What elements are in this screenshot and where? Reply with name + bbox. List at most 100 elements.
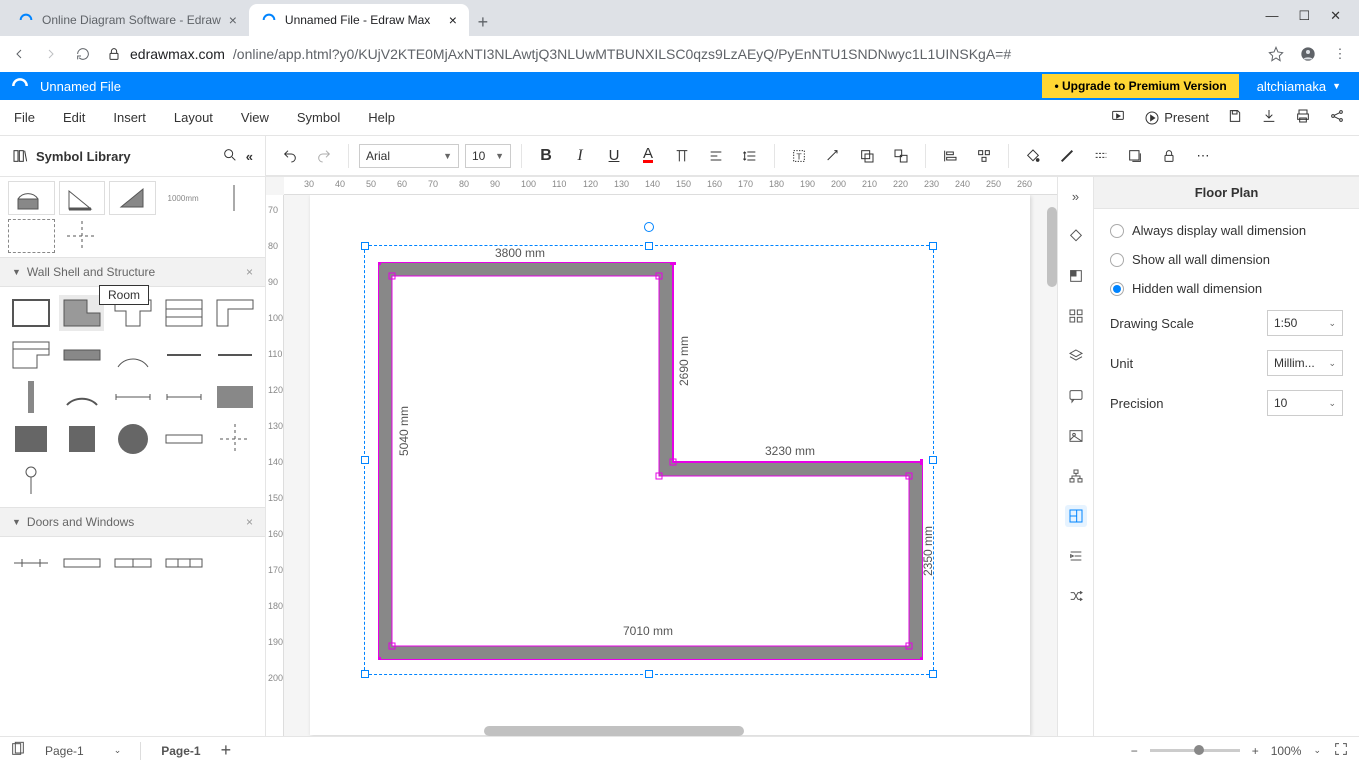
shape-window3[interactable] — [161, 545, 206, 581]
radio-always-display[interactable]: Always display wall dimension — [1110, 223, 1343, 238]
image-icon[interactable] — [1065, 425, 1087, 447]
fill-icon[interactable] — [1065, 265, 1087, 287]
menu-file[interactable]: File — [14, 110, 35, 125]
selection-box[interactable]: 3800 mm 5040 mm 2690 mm 3230 mm 2350 mm … — [364, 245, 934, 675]
shape-icon[interactable] — [853, 142, 881, 170]
shape-line-h2[interactable] — [212, 337, 257, 373]
minimize-icon[interactable]: — — [1265, 8, 1278, 24]
fill-icon[interactable] — [1019, 142, 1047, 170]
distribute-icon[interactable] — [970, 142, 998, 170]
shape-wall-thick[interactable] — [59, 337, 104, 373]
bold-icon[interactable]: B — [532, 142, 560, 170]
radio-hidden[interactable]: Hidden wall dimension — [1110, 281, 1343, 296]
resize-handle-tm[interactable] — [645, 242, 653, 250]
shape-cross[interactable] — [212, 421, 257, 457]
comment-icon[interactable] — [1065, 385, 1087, 407]
shape-pin[interactable] — [8, 463, 53, 499]
font-size-select[interactable]: 10▼ — [465, 144, 511, 168]
precision-select[interactable]: 10⌄ — [1267, 390, 1343, 416]
highlight-icon[interactable] — [668, 142, 696, 170]
pages-icon[interactable] — [10, 741, 26, 760]
resize-handle-bm[interactable] — [645, 670, 653, 678]
page-tab[interactable]: Page-1 — [153, 742, 208, 760]
floorplan-shape[interactable] — [378, 262, 923, 660]
shape-thumb[interactable] — [8, 181, 55, 215]
underline-icon[interactable]: U — [600, 142, 628, 170]
close-icon[interactable]: × — [229, 12, 237, 28]
shape-thumb[interactable] — [210, 181, 257, 215]
floorplan-icon[interactable] — [1065, 505, 1087, 527]
layers-icon[interactable] — [1065, 345, 1087, 367]
group-icon[interactable] — [887, 142, 915, 170]
menu-symbol[interactable]: Symbol — [297, 110, 340, 125]
new-tab-button[interactable]: + — [469, 8, 497, 36]
zoom-slider[interactable] — [1150, 749, 1240, 752]
section-wall-structure[interactable]: ▼ Wall Shell and Structure × — [0, 257, 265, 287]
shape-step[interactable] — [212, 295, 257, 331]
close-icon[interactable]: × — [449, 12, 457, 28]
browser-tab[interactable]: Online Diagram Software - Edraw × — [6, 4, 249, 36]
shape-window2[interactable] — [110, 545, 155, 581]
expand-icon[interactable]: » — [1065, 185, 1087, 207]
collapse-icon[interactable]: « — [246, 149, 253, 164]
fullscreen-icon[interactable] — [1333, 741, 1349, 760]
add-page-icon[interactable]: + — [221, 740, 232, 761]
menu-insert[interactable]: Insert — [113, 110, 146, 125]
theme-icon[interactable] — [1065, 225, 1087, 247]
line-style-icon[interactable] — [1087, 142, 1115, 170]
canvas[interactable]: 3800 mm 5040 mm 2690 mm 3230 mm 2350 mm … — [284, 195, 1057, 736]
shape-thumb[interactable] — [59, 219, 106, 253]
shuffle-icon[interactable] — [1065, 585, 1087, 607]
text-tool-icon[interactable]: T — [785, 142, 813, 170]
shape-fill-sq[interactable] — [59, 421, 104, 457]
close-section-icon[interactable]: × — [246, 265, 253, 279]
rotate-handle[interactable] — [644, 222, 654, 232]
close-window-icon[interactable]: ✕ — [1330, 8, 1341, 24]
shape-l-room[interactable]: Room — [59, 295, 104, 331]
shape-wall-v[interactable] — [8, 379, 53, 415]
zoom-in-icon[interactable]: + — [1252, 744, 1259, 758]
slideshow-icon[interactable] — [1110, 108, 1126, 127]
menu-view[interactable]: View — [241, 110, 269, 125]
drawing-scale-select[interactable]: 1:50⌄ — [1267, 310, 1343, 336]
resize-handle-tl[interactable] — [361, 242, 369, 250]
unit-select[interactable]: Millim...⌄ — [1267, 350, 1343, 376]
more-icon[interactable]: ⋯ — [1189, 142, 1217, 170]
chevron-down-icon[interactable]: ⌄ — [1313, 745, 1321, 756]
kebab-icon[interactable]: ⋮ — [1331, 45, 1349, 63]
shape-dim-h2[interactable] — [161, 379, 206, 415]
menu-edit[interactable]: Edit — [63, 110, 85, 125]
shape-fill-rect2[interactable] — [8, 421, 53, 457]
shape-bar[interactable] — [161, 421, 206, 457]
url-field[interactable]: edrawmax.com/online/app.html?y0/KUjV2KTE… — [106, 40, 1253, 68]
browser-tab-active[interactable]: Unnamed File - Edraw Max × — [249, 4, 469, 36]
resize-handle-ml[interactable] — [361, 456, 369, 464]
menu-layout[interactable]: Layout — [174, 110, 213, 125]
profile-icon[interactable] — [1299, 45, 1317, 63]
share-icon[interactable] — [1329, 108, 1345, 127]
forward-icon[interactable] — [42, 45, 60, 63]
shape-thumb[interactable] — [8, 219, 55, 253]
undo-icon[interactable] — [276, 142, 304, 170]
search-icon[interactable] — [222, 147, 238, 166]
download-icon[interactable] — [1261, 108, 1277, 127]
lock-icon[interactable] — [1155, 142, 1183, 170]
page-select[interactable]: Page-1 ⌄ — [38, 741, 128, 761]
shape-arc2[interactable] — [59, 379, 104, 415]
align-left-icon[interactable] — [936, 142, 964, 170]
shape-fill-rect[interactable] — [212, 379, 257, 415]
shape-circle[interactable] — [110, 421, 155, 457]
redo-icon[interactable] — [310, 142, 338, 170]
font-color-icon[interactable]: A — [634, 142, 662, 170]
shape-t2[interactable] — [8, 337, 53, 373]
shape-rect-outline[interactable] — [8, 295, 53, 331]
resize-handle-mr[interactable] — [929, 456, 937, 464]
tree-icon[interactable] — [1065, 465, 1087, 487]
save-icon[interactable] — [1227, 108, 1243, 127]
font-select[interactable]: Arial▼ — [359, 144, 459, 168]
shape-arc[interactable] — [110, 337, 155, 373]
app-logo[interactable] — [0, 72, 40, 100]
zoom-out-icon[interactable]: − — [1131, 744, 1138, 758]
shape-thumb[interactable] — [59, 181, 106, 215]
menu-help[interactable]: Help — [368, 110, 395, 125]
